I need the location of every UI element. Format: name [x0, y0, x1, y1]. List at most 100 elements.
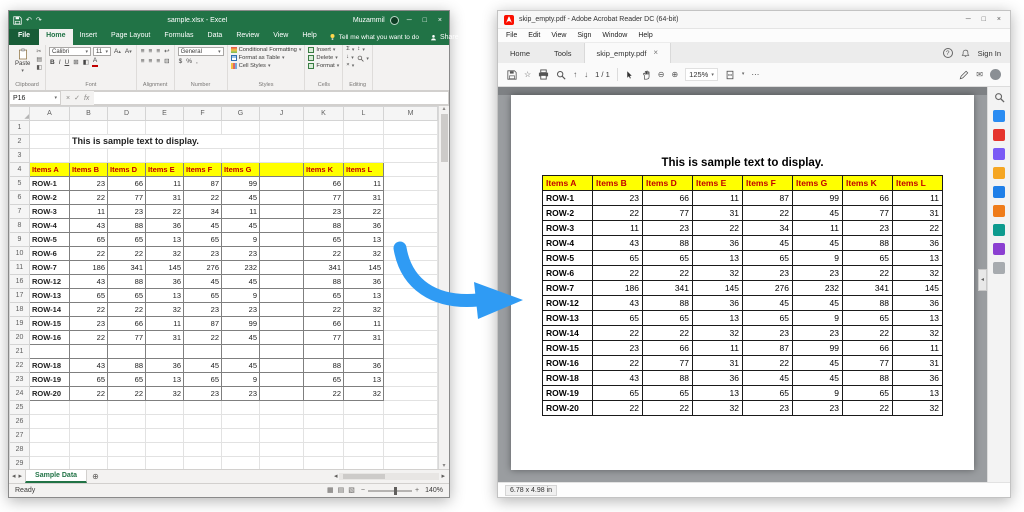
zoom-in-button[interactable]: ⊕ — [671, 71, 678, 79]
cell-E1[interactable] — [146, 121, 184, 135]
cell-B20[interactable]: 22 — [70, 331, 108, 345]
pdf-close-button[interactable]: × — [994, 16, 1004, 23]
cell-A28[interactable] — [30, 443, 70, 457]
combine-files-icon[interactable] — [993, 186, 1005, 198]
cell-E11[interactable]: 145 — [146, 261, 184, 275]
sign-in-button[interactable]: Sign In — [978, 49, 1001, 58]
tab-formulas[interactable]: Formulas — [157, 29, 200, 45]
accounting-format-button[interactable]: $ — [178, 58, 184, 65]
cell-D18[interactable]: 22 — [108, 303, 146, 317]
cell-M17[interactable] — [384, 289, 438, 303]
cell-E5[interactable]: 11 — [146, 177, 184, 191]
cell-K8[interactable]: 88 — [304, 219, 344, 233]
cell-E21[interactable] — [146, 345, 184, 359]
comma-style-button[interactable]: , — [195, 58, 199, 65]
horizontal-scrollbar[interactable]: ◂ ▸ — [330, 470, 449, 483]
page-layout-view-icon[interactable]: ▤ — [338, 487, 345, 494]
redo-icon[interactable]: ↷ — [36, 17, 42, 24]
column-header-E[interactable]: E — [146, 107, 184, 121]
cell-A24[interactable]: ROW-20 — [30, 387, 70, 401]
cell-L20[interactable]: 31 — [344, 331, 384, 345]
send-email-icon[interactable]: ✉ — [976, 71, 983, 79]
cell-B8[interactable]: 43 — [70, 219, 108, 233]
cell-G7[interactable]: 11 — [222, 205, 260, 219]
cell-F11[interactable]: 276 — [184, 261, 222, 275]
cell-styles-button[interactable]: Cell Styles▾ — [231, 63, 302, 69]
user-avatar[interactable] — [390, 16, 399, 25]
row-header-16[interactable]: 16 — [10, 275, 30, 289]
tab-home[interactable]: Home — [39, 29, 72, 45]
cell-D5[interactable]: 66 — [108, 177, 146, 191]
cell-G18[interactable]: 23 — [222, 303, 260, 317]
cell-B16[interactable]: 43 — [70, 275, 108, 289]
cell-B3[interactable] — [70, 149, 108, 163]
row-header-25[interactable]: 25 — [10, 401, 30, 415]
cell-M9[interactable] — [384, 233, 438, 247]
cell-L7[interactable]: 22 — [344, 205, 384, 219]
cell-G29[interactable] — [222, 457, 260, 470]
sheet-tab-sample-data[interactable]: Sample Data — [25, 470, 87, 483]
cell-B1[interactable] — [70, 121, 108, 135]
cell-G5[interactable]: 99 — [222, 177, 260, 191]
row-header-29[interactable]: 29 — [10, 457, 30, 470]
row-header-28[interactable]: 28 — [10, 443, 30, 457]
row-header-6[interactable]: 6 — [10, 191, 30, 205]
fill-sign-pen-icon[interactable] — [959, 70, 969, 80]
cell-J26[interactable] — [260, 415, 304, 429]
cell-F19[interactable]: 87 — [184, 317, 222, 331]
cell-A25[interactable] — [30, 401, 70, 415]
wrap-text-button[interactable]: ↩ — [163, 47, 170, 55]
bold-button[interactable]: B — [49, 59, 56, 66]
cell-A11[interactable]: ROW-7 — [30, 261, 70, 275]
align-top-button[interactable]: ≡ — [140, 48, 146, 55]
cell-M28[interactable] — [384, 443, 438, 457]
row-header-3[interactable]: 3 — [10, 149, 30, 163]
fill-button[interactable]: ↓▾ — [346, 55, 354, 61]
cell-L26[interactable] — [344, 415, 384, 429]
font-name-select[interactable]: Calibri▾ — [49, 47, 91, 56]
cell-E4[interactable]: Items E — [146, 163, 184, 177]
cell-B25[interactable] — [70, 401, 108, 415]
sidebar-search-icon[interactable] — [994, 92, 1005, 103]
cell-L23[interactable]: 13 — [344, 373, 384, 387]
cell-D11[interactable]: 341 — [108, 261, 146, 275]
cell-B6[interactable]: 22 — [70, 191, 108, 205]
cell-F25[interactable] — [184, 401, 222, 415]
cell-M8[interactable] — [384, 219, 438, 233]
prev-sheet-icon[interactable]: ◂ — [12, 473, 16, 480]
cell-M19[interactable] — [384, 317, 438, 331]
cell-K4[interactable]: Items K — [304, 163, 344, 177]
cell-D20[interactable]: 77 — [108, 331, 146, 345]
cell-D21[interactable] — [108, 345, 146, 359]
cell-G3[interactable] — [222, 149, 260, 163]
cell-A26[interactable] — [30, 415, 70, 429]
cell-F20[interactable]: 22 — [184, 331, 222, 345]
row-header-4[interactable]: 4 — [10, 163, 30, 177]
cell-J24[interactable] — [260, 387, 304, 401]
excel-minimize-button[interactable]: ─ — [404, 17, 415, 24]
cell-D27[interactable] — [108, 429, 146, 443]
search-icon[interactable] — [556, 70, 566, 80]
cancel-formula-icon[interactable]: × — [66, 95, 70, 102]
cell-J5[interactable] — [260, 177, 304, 191]
pdf-minimize-button[interactable]: ─ — [963, 16, 974, 23]
cell-B18[interactable]: 22 — [70, 303, 108, 317]
tab-insert[interactable]: Insert — [73, 29, 105, 45]
cell-G20[interactable]: 45 — [222, 331, 260, 345]
sidebar-collapse-icon[interactable]: ◂ — [978, 269, 987, 291]
cell-F10[interactable]: 23 — [184, 247, 222, 261]
format-painter-icon[interactable]: ◧ — [36, 65, 42, 71]
cell-M3[interactable] — [384, 149, 438, 163]
cell-G27[interactable] — [222, 429, 260, 443]
cell-K16[interactable]: 88 — [304, 275, 344, 289]
cell-B21[interactable] — [70, 345, 108, 359]
cell-E3[interactable] — [146, 149, 184, 163]
cell-B23[interactable]: 65 — [70, 373, 108, 387]
account-avatar[interactable] — [990, 69, 1001, 80]
cell-F24[interactable]: 23 — [184, 387, 222, 401]
cell-J25[interactable] — [260, 401, 304, 415]
print-icon[interactable] — [538, 69, 549, 80]
cell-L21[interactable] — [344, 345, 384, 359]
cell-blank[interactable] — [344, 135, 384, 149]
cell-K9[interactable]: 65 — [304, 233, 344, 247]
